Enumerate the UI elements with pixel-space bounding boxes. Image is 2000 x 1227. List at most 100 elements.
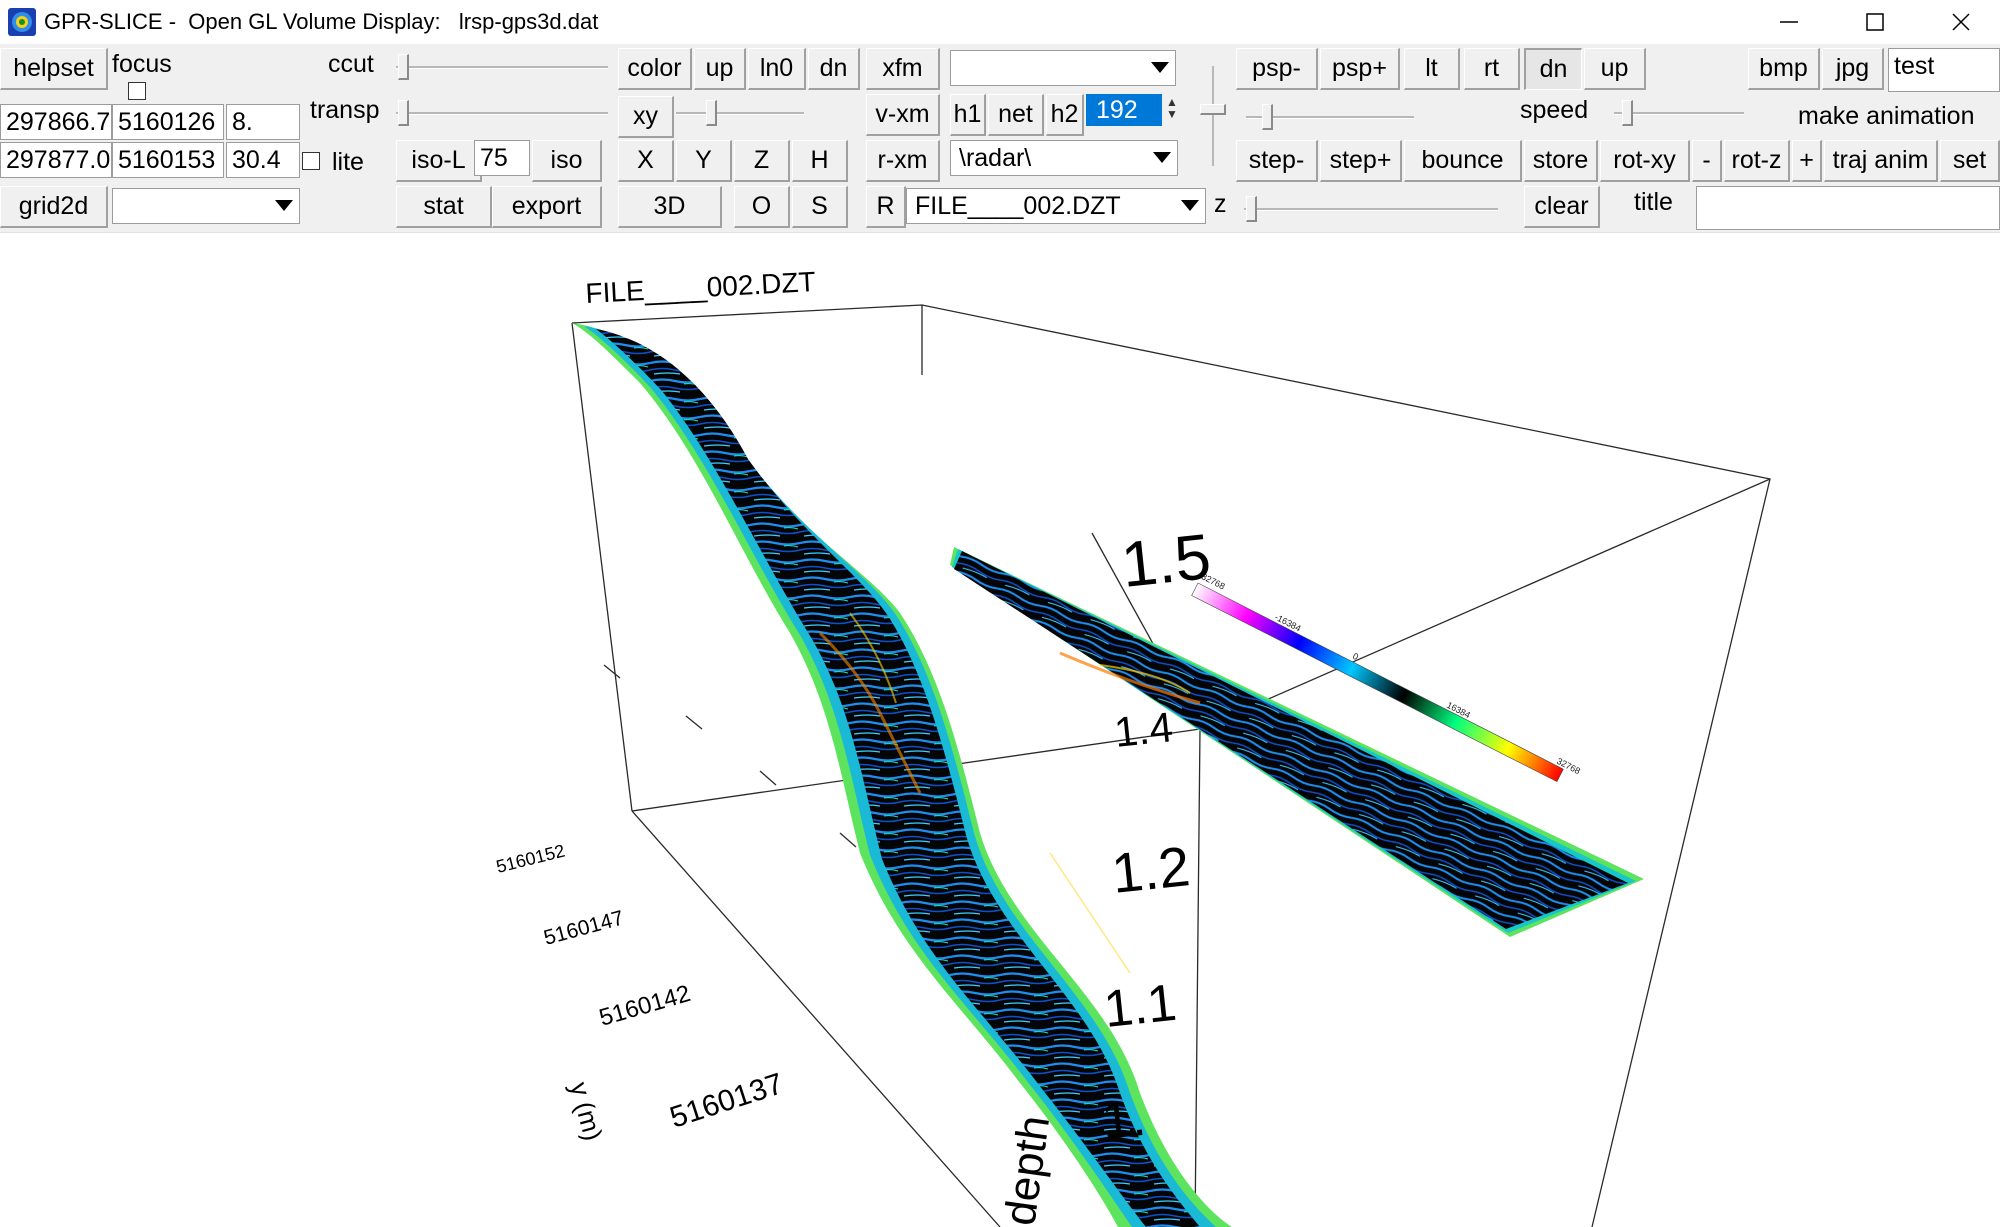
iso-button[interactable]: iso: [532, 140, 602, 182]
maximize-button[interactable]: [1832, 0, 1918, 44]
focus-label: focus: [112, 50, 172, 78]
y-view-button[interactable]: Y: [676, 140, 732, 182]
y-tick-label: 5160142: [596, 980, 693, 1032]
x-view-button[interactable]: X: [618, 140, 674, 182]
radar-path-select[interactable]: \radar\: [950, 140, 1178, 176]
o-button[interactable]: O: [734, 186, 790, 228]
spin-down-icon[interactable]: ▼: [1166, 108, 1178, 120]
xy-button[interactable]: xy: [618, 96, 674, 138]
s-button[interactable]: S: [792, 186, 848, 228]
rt-button[interactable]: rt: [1464, 48, 1520, 90]
iso-l-button[interactable]: iso-L: [396, 140, 482, 182]
window-file: lrsp-gps3d.dat: [458, 9, 599, 34]
transp-slider-thumb[interactable]: [398, 100, 409, 126]
z-label: z: [1214, 190, 1227, 218]
depth-tick-label: 1.2: [1109, 834, 1193, 905]
speed-slider-thumb[interactable]: [1622, 100, 1633, 126]
h2-button[interactable]: h2: [1046, 94, 1084, 136]
app-name: GPR-SLICE -: [44, 9, 177, 34]
z-view-button[interactable]: Z: [734, 140, 790, 182]
z-slider-thumb[interactable]: [1246, 196, 1257, 222]
file-select[interactable]: FILE____002.DZT: [906, 188, 1206, 224]
xy-slider-thumb[interactable]: [706, 100, 717, 126]
rot-xy-button[interactable]: rot-xy: [1600, 140, 1690, 182]
xfm-button[interactable]: xfm: [866, 48, 940, 90]
v-xm-button[interactable]: v-xm: [866, 94, 940, 136]
vertical-slider-thumb[interactable]: [1200, 104, 1226, 115]
z-slider[interactable]: [1244, 194, 1498, 224]
helpset-button[interactable]: helpset: [0, 48, 108, 90]
depth-tick-label: 1.1: [1101, 974, 1179, 1039]
clear-button[interactable]: clear: [1524, 186, 1600, 228]
animation-name-field[interactable]: test: [1888, 48, 2000, 92]
transp-slider[interactable]: [396, 98, 608, 128]
app-icon: [8, 8, 36, 36]
lite-label: lite: [332, 148, 364, 176]
y1-field[interactable]: 5160126: [112, 104, 224, 140]
x2-field[interactable]: 297877.0: [0, 142, 112, 178]
traj-anim-button[interactable]: traj anim: [1824, 140, 1938, 182]
step-plus-button[interactable]: step+: [1320, 140, 1402, 182]
psp-slider[interactable]: [1246, 102, 1414, 132]
color-dn-button[interactable]: dn: [808, 48, 860, 90]
h-view-button[interactable]: H: [792, 140, 848, 182]
h1-button[interactable]: h1: [950, 94, 986, 136]
bounce-button[interactable]: bounce: [1404, 140, 1522, 182]
x1-field[interactable]: 297866.7: [0, 104, 112, 140]
speed-slider[interactable]: [1614, 98, 1744, 128]
z2-field[interactable]: 30.4: [226, 142, 300, 178]
z1-field[interactable]: 8.: [226, 104, 300, 140]
focus-checkbox[interactable]: [128, 82, 146, 100]
psp-slider-thumb[interactable]: [1262, 104, 1273, 130]
net-button[interactable]: net: [988, 94, 1044, 136]
ccut-slider[interactable]: [396, 52, 608, 82]
xfm-select[interactable]: [950, 50, 1176, 86]
title-field[interactable]: [1696, 186, 2000, 230]
ln0-button[interactable]: ln0: [748, 48, 806, 90]
rot-z-button[interactable]: rot-z: [1724, 140, 1790, 182]
up-button[interactable]: up: [1584, 48, 1646, 90]
stat-button[interactable]: stat: [396, 186, 492, 228]
vertical-slider-track[interactable]: [1212, 66, 1214, 166]
profile-file-label: FILE____002.DZT: [585, 266, 817, 309]
h2-value-field[interactable]: 192: [1086, 94, 1162, 126]
psp-minus-button[interactable]: psp-: [1236, 48, 1318, 90]
lt-button[interactable]: lt: [1404, 48, 1460, 90]
export-button[interactable]: export: [492, 186, 602, 228]
radar-path-value: \radar\: [959, 144, 1032, 172]
depth-tick-label: 1.: [1099, 1089, 1148, 1151]
grid2d-select[interactable]: [112, 188, 300, 224]
chevron-down-icon: [275, 200, 293, 211]
set-button[interactable]: set: [1940, 140, 2000, 182]
y2-field[interactable]: 5160153: [112, 142, 224, 178]
ccut-slider-thumb[interactable]: [398, 54, 409, 80]
r-button[interactable]: R: [866, 186, 906, 228]
color-up-button[interactable]: up: [694, 48, 746, 90]
xy-slider[interactable]: [676, 98, 804, 128]
close-button[interactable]: [1918, 0, 2000, 44]
grid2d-button[interactable]: grid2d: [0, 186, 108, 228]
step-minus-button[interactable]: step-: [1236, 140, 1318, 182]
jpg-button[interactable]: jpg: [1822, 48, 1884, 90]
store-button[interactable]: store: [1524, 140, 1598, 182]
depth-tick-label: 1.4: [1112, 703, 1175, 756]
lite-checkbox[interactable]: [302, 152, 320, 170]
iso-value-field[interactable]: 75: [474, 140, 530, 176]
bmp-button[interactable]: bmp: [1748, 48, 1820, 90]
speed-label: speed: [1520, 96, 1589, 124]
chevron-down-icon: [1153, 152, 1171, 163]
h2-spinner[interactable]: ▲ ▼: [1166, 96, 1178, 120]
3d-button[interactable]: 3D: [618, 186, 722, 228]
y-tick-label: 5160152: [494, 841, 567, 877]
3d-scene[interactable]: -32768 -16384 0 16384 32768 1.5 1.4 1.2 …: [0, 233, 2000, 1227]
psp-plus-button[interactable]: psp+: [1320, 48, 1400, 90]
opengl-viewport[interactable]: -32768 -16384 0 16384 32768 1.5 1.4 1.2 …: [0, 233, 2000, 1227]
minimize-button[interactable]: [1746, 0, 1832, 44]
rot-plus-button[interactable]: +: [1792, 140, 1822, 182]
color-button[interactable]: color: [618, 48, 692, 90]
file-select-value: FILE____002.DZT: [915, 192, 1121, 220]
dn-button[interactable]: dn: [1524, 48, 1582, 90]
rot-minus-button[interactable]: -: [1692, 140, 1722, 182]
r-xm-button[interactable]: r-xm: [866, 140, 940, 182]
make-animation-button[interactable]: make animation: [1798, 102, 1974, 131]
